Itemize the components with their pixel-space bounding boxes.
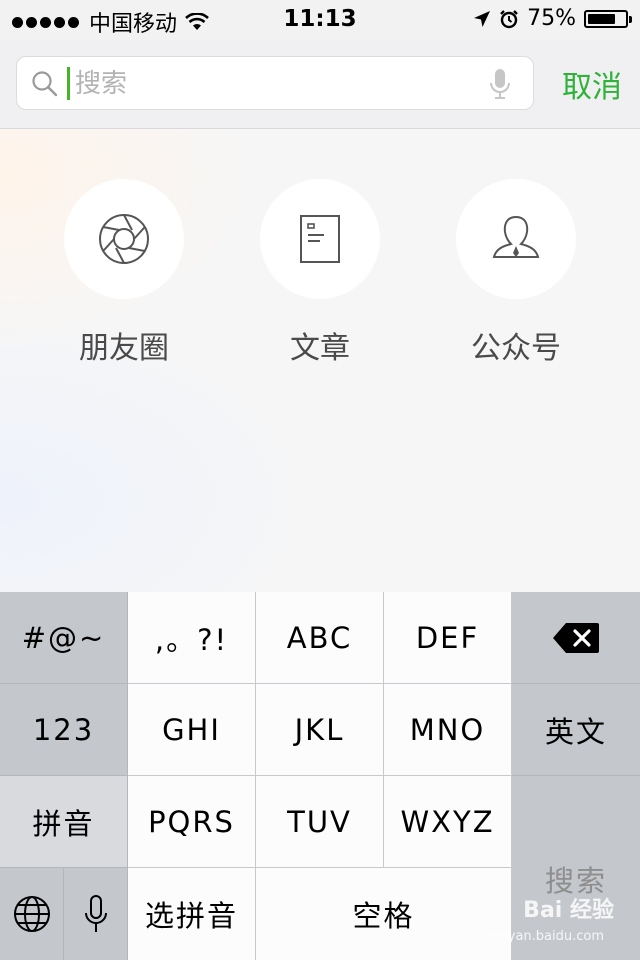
space-key[interactable]: 空格 (256, 868, 512, 960)
key-select-pinyin[interactable]: 选拼音 (128, 868, 256, 960)
battery-fill (588, 13, 615, 24)
key-wxyz[interactable]: WXYZ (384, 776, 512, 868)
watermark-url: jingyan.baidu.com (484, 929, 604, 944)
key-symbols[interactable]: #@~ (0, 592, 128, 684)
battery-percent: 75% (527, 6, 576, 31)
aperture-icon (99, 214, 149, 264)
search-field[interactable] (16, 56, 534, 110)
keyboard: #@~ ,。?! ABC DEF 123 GHI JKL MNO 英文 拼音 P… (0, 592, 640, 960)
microphone-icon[interactable] (489, 68, 511, 100)
category-moments-circle (64, 179, 184, 299)
dictation-key[interactable] (64, 868, 128, 960)
key-tuv[interactable]: TUV (256, 776, 384, 868)
document-icon (300, 215, 340, 263)
globe-key[interactable] (0, 868, 64, 960)
key-def[interactable]: DEF (384, 592, 512, 684)
category-moments-label: 朋友圈 (79, 331, 169, 366)
microphone-icon (84, 895, 107, 932)
category-articles[interactable]: 文章 (230, 179, 410, 367)
status-right: 75% (473, 6, 632, 31)
search-input[interactable] (73, 65, 477, 103)
key-mno[interactable]: MNO (384, 684, 512, 776)
category-articles-label: 文章 (290, 331, 350, 366)
status-bar: 中国移动 11:13 75% (0, 0, 640, 40)
key-abc[interactable]: ABC (256, 592, 384, 684)
alarm-icon (500, 9, 518, 28)
key-english[interactable]: 英文 (512, 684, 640, 776)
key-ghi[interactable]: GHI (128, 684, 256, 776)
category-articles-circle (260, 179, 380, 299)
key-punctuation[interactable]: ,。?! (128, 592, 256, 684)
search-header: 取消 (0, 40, 640, 129)
cancel-button[interactable]: 取消 (562, 62, 622, 106)
category-official-accounts-circle (456, 179, 576, 299)
key-pinyin[interactable]: 拼音 (0, 776, 128, 868)
key-jkl[interactable]: JKL (256, 684, 384, 776)
key-numbers[interactable]: 123 (0, 684, 128, 776)
search-icon (32, 71, 58, 97)
category-official-accounts-label: 公众号 (471, 331, 561, 366)
delete-key[interactable] (512, 592, 640, 684)
watermark-logo: Bai 经验 (523, 898, 614, 923)
person-icon (492, 215, 540, 258)
globe-icon (13, 896, 50, 932)
search-categories: 朋友圈 文章 公众号 (0, 129, 640, 592)
battery-icon (584, 9, 632, 28)
category-moments[interactable]: 朋友圈 (34, 179, 214, 367)
category-official-accounts[interactable]: 公众号 (426, 179, 606, 367)
delete-icon (553, 622, 599, 653)
key-pqrs[interactable]: PQRS (128, 776, 256, 868)
location-arrow-icon (474, 10, 491, 27)
text-caret (67, 67, 70, 100)
